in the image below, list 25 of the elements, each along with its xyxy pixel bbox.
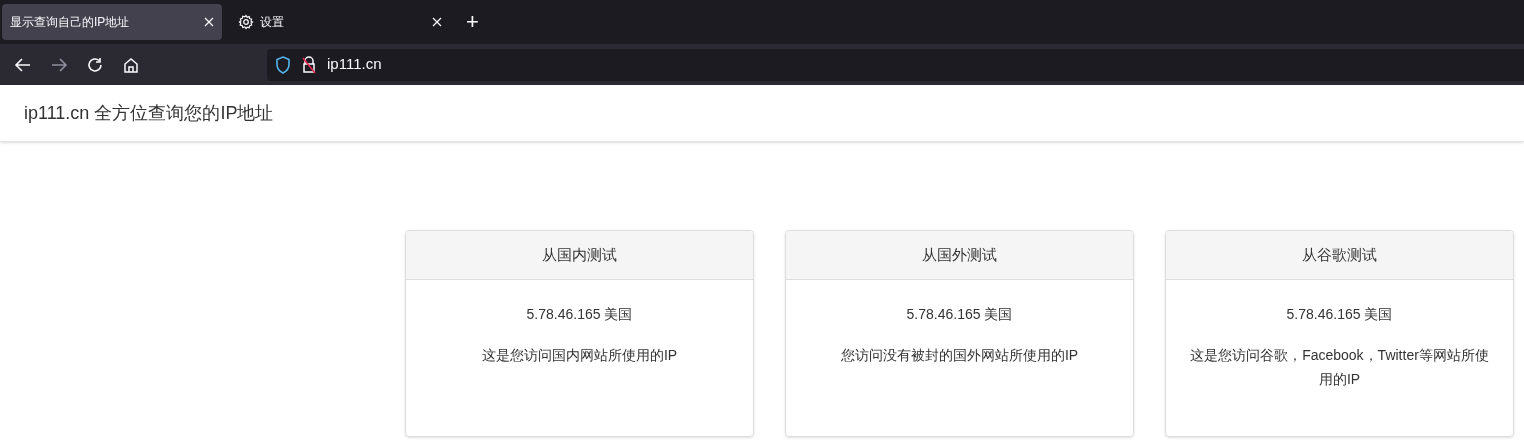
browser-tab[interactable]: 显示查询自己的IP地址 [2,4,222,40]
gear-icon [238,14,254,30]
card-header: 从国内测试 [406,231,753,280]
site-title[interactable]: ip111.cn 全方位查询您的IP地址 [24,99,274,127]
new-tab-button[interactable]: + [458,11,487,33]
close-icon[interactable] [432,17,442,27]
browser-tab[interactable]: 设置 [230,4,450,40]
home-icon[interactable] [122,55,140,74]
tab-title: 设置 [260,14,285,31]
card-header: 从谷歌测试 [1166,231,1513,280]
back-icon[interactable] [14,55,32,74]
card-header: 从国外测试 [786,231,1133,280]
shield-icon[interactable] [275,55,291,74]
ip-address: 5.78.46.165 美国 [525,305,634,324]
tab-title: 显示查询自己的IP地址 [10,14,131,31]
card-description: 这是您访问谷歌，Facebook，Twitter等网站所使用的IP [1189,346,1490,389]
insecure-lock-icon[interactable] [301,55,317,74]
url-text: ip111.cn [327,54,382,75]
ip-address: 5.78.46.165 美国 [1285,305,1394,324]
reload-icon[interactable] [86,55,104,74]
ip-address: 5.78.46.165 美国 [905,305,1014,324]
close-icon[interactable] [204,17,214,27]
card-description: 这是您访问国内网站所使用的IP [480,346,679,365]
card-description: 您访问没有被封的国外网站所使用的IP [839,346,1080,365]
address-bar[interactable]: ip111.cn [267,48,1524,81]
